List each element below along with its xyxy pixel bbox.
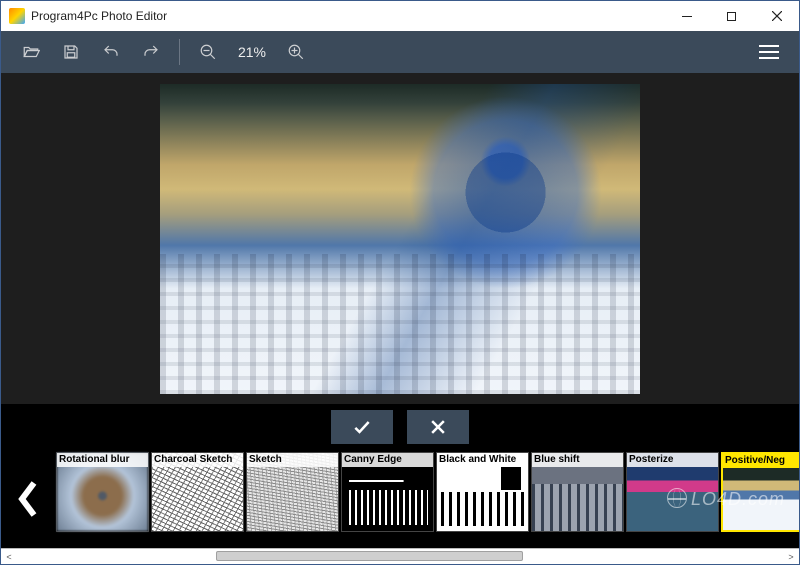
effect-label: Canny Edge (342, 453, 433, 467)
minimize-button[interactable] (664, 1, 709, 31)
toolbar: 21% (1, 31, 799, 73)
undo-button[interactable] (91, 31, 131, 73)
confirm-bar (1, 404, 799, 450)
zoom-out-button[interactable] (188, 31, 228, 73)
preview-image (160, 84, 640, 394)
window-title: Program4Pc Photo Editor (31, 9, 664, 23)
hamburger-icon (759, 45, 779, 59)
effects-scrollbar[interactable]: < > (1, 548, 799, 564)
check-icon (352, 417, 372, 437)
effect-thumb-sketch[interactable]: Sketch (246, 452, 339, 532)
effect-label: Positive/Neg (723, 454, 799, 468)
maximize-icon (727, 12, 736, 21)
app-window: Program4Pc Photo Editor 21% (0, 0, 800, 565)
effect-thumb-rotational-blur[interactable]: Rotational blur (56, 452, 149, 532)
effect-label: Charcoal Sketch (152, 453, 243, 467)
chevron-left-icon (15, 479, 41, 519)
zoom-in-button[interactable] (276, 31, 316, 73)
zoom-out-icon (199, 43, 217, 61)
cancel-button[interactable] (407, 410, 469, 444)
effect-label: Blue shift (532, 453, 623, 467)
effect-thumb-charcoal-sketch[interactable]: Charcoal Sketch (151, 452, 244, 532)
canvas-area (1, 73, 799, 404)
app-icon (9, 8, 25, 24)
redo-icon (142, 43, 160, 61)
effect-label: Black and White (437, 453, 528, 467)
effect-label: Rotational blur (57, 453, 148, 467)
zoom-in-icon (287, 43, 305, 61)
effects-strip: Rotational blur Charcoal Sketch Sketch C… (1, 450, 799, 548)
toolbar-separator (179, 39, 180, 65)
titlebar: Program4Pc Photo Editor (1, 1, 799, 31)
watermark: LO4D.com (667, 485, 785, 510)
close-icon (772, 11, 782, 21)
globe-icon (667, 488, 687, 508)
redo-button[interactable] (131, 31, 171, 73)
open-button[interactable] (11, 31, 51, 73)
zoom-value: 21% (228, 44, 276, 60)
save-icon (62, 43, 80, 61)
minimize-icon (682, 16, 692, 17)
undo-icon (102, 43, 120, 61)
effects-prev-button[interactable] (1, 450, 55, 548)
effect-thumb-canny-edge[interactable]: Canny Edge (341, 452, 434, 532)
accept-button[interactable] (331, 410, 393, 444)
scroll-track[interactable] (17, 549, 783, 565)
effect-thumb-blue-shift[interactable]: Blue shift (531, 452, 624, 532)
maximize-button[interactable] (709, 1, 754, 31)
close-button[interactable] (754, 1, 799, 31)
effect-label: Sketch (247, 453, 338, 467)
scroll-right-button[interactable]: > (783, 549, 799, 565)
folder-open-icon (22, 43, 40, 61)
menu-button[interactable] (749, 45, 789, 59)
effect-thumb-black-and-white[interactable]: Black and White (436, 452, 529, 532)
x-icon (428, 417, 448, 437)
scroll-thumb[interactable] (216, 551, 522, 561)
save-button[interactable] (51, 31, 91, 73)
effect-label: Posterize (627, 453, 718, 467)
scroll-left-button[interactable]: < (1, 549, 17, 565)
